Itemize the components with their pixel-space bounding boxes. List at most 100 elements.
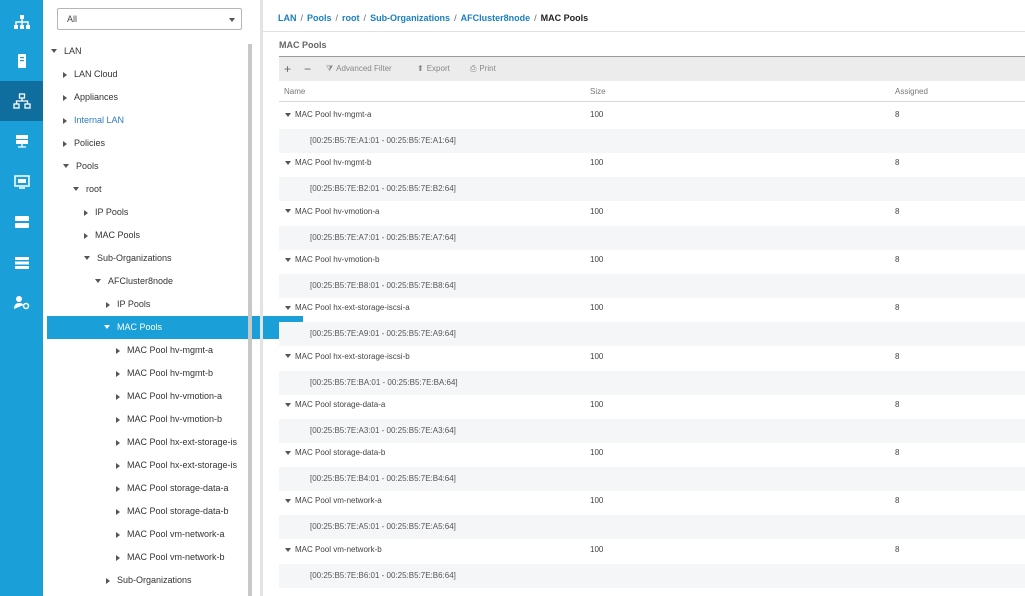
expand-down-icon[interactable] xyxy=(285,499,291,504)
caret-down-icon[interactable] xyxy=(63,163,69,168)
caret-right-icon[interactable] xyxy=(116,416,120,423)
caret-right-icon[interactable] xyxy=(116,531,120,538)
tree-item[interactable]: MAC Pool hx-ext-storage-is xyxy=(47,431,315,454)
table-row[interactable]: [00:25:B5:7E:A1:01 - 00:25:B5:7E:A1:64] xyxy=(279,129,1025,153)
caret-right-icon[interactable] xyxy=(116,393,120,400)
rail-san-button[interactable] xyxy=(0,121,43,161)
tree-item[interactable]: MAC Pool storage-data-b xyxy=(47,500,315,523)
caret-right-icon[interactable] xyxy=(63,117,67,124)
tree-item[interactable]: Sub-Organizations xyxy=(47,569,305,592)
table-row[interactable]: MAC Pool hx-ext-storage-iscsi-b 100 8 xyxy=(279,347,1025,371)
remove-button[interactable]: − xyxy=(304,57,311,81)
caret-right-icon[interactable] xyxy=(84,232,88,239)
table-row[interactable]: [00:25:B5:7E:A5:01 - 00:25:B5:7E:A5:64] xyxy=(279,515,1025,540)
caret-right-icon[interactable] xyxy=(116,462,120,469)
tree-item[interactable]: MAC Pool storage-data-a xyxy=(47,477,315,500)
tree-item[interactable]: MAC Pool vm-network-a xyxy=(47,523,315,546)
tree-item[interactable]: Policies xyxy=(47,132,262,155)
caret-down-icon[interactable] xyxy=(95,278,101,283)
pool-name-cell[interactable]: MAC Pool storage-data-a xyxy=(285,400,385,409)
tree-item[interactable]: Appliances xyxy=(47,86,262,109)
caret-right-icon[interactable] xyxy=(63,71,67,78)
table-row[interactable]: [00:25:B5:7E:A9:01 - 00:25:B5:7E:A9:64] xyxy=(279,322,1025,347)
caret-down-icon[interactable] xyxy=(51,48,57,53)
caret-right-icon[interactable] xyxy=(116,439,120,446)
caret-down-icon[interactable] xyxy=(104,324,110,329)
tree-item[interactable]: MAC Pool hv-mgmt-a xyxy=(47,339,315,362)
caret-right-icon[interactable] xyxy=(116,508,120,515)
table-row[interactable]: [00:25:B5:7E:A7:01 - 00:25:B5:7E:A7:64] xyxy=(279,225,1025,250)
expand-down-icon[interactable] xyxy=(285,354,291,359)
breadcrumb-link[interactable]: LAN xyxy=(278,13,297,23)
expand-down-icon[interactable] xyxy=(285,112,291,117)
add-button[interactable]: + xyxy=(284,57,291,81)
caret-right-icon[interactable] xyxy=(84,209,88,216)
tree-item[interactable]: Pools xyxy=(47,155,262,178)
pool-name-cell[interactable]: MAC Pool hx-ext-storage-iscsi-a xyxy=(285,303,410,312)
table-row[interactable]: MAC Pool hv-vmotion-a 100 8 xyxy=(279,202,1025,226)
caret-right-icon[interactable] xyxy=(106,301,110,308)
table-row[interactable]: [00:25:B5:7E:BA:01 - 00:25:B5:7E:BA:64] xyxy=(279,370,1025,395)
tree-item[interactable]: MAC Pool hv-mgmt-b xyxy=(47,362,315,385)
tree-item[interactable]: Internal LAN xyxy=(47,109,262,132)
pool-name-cell[interactable]: MAC Pool hv-vmotion-a xyxy=(285,207,379,216)
table-row[interactable]: MAC Pool hv-mgmt-a 100 8 xyxy=(279,105,1025,129)
caret-right-icon[interactable] xyxy=(116,370,120,377)
export-button[interactable]: ⬆ Export xyxy=(417,57,450,81)
tree-item[interactable]: LAN xyxy=(47,40,250,63)
expand-down-icon[interactable] xyxy=(285,450,291,455)
tree-item[interactable]: MAC Pool vm-network-b xyxy=(47,546,315,569)
nav-filter-dropdown[interactable]: All xyxy=(57,8,242,30)
caret-down-icon[interactable] xyxy=(84,255,90,260)
tree-item[interactable]: root xyxy=(47,178,272,201)
expand-down-icon[interactable] xyxy=(285,547,291,552)
advanced-filter-button[interactable]: ⧩ Advanced Filter xyxy=(326,57,392,81)
caret-right-icon[interactable] xyxy=(116,485,120,492)
rail-storage-button[interactable] xyxy=(0,202,43,242)
pool-name-cell[interactable]: MAC Pool hx-ext-storage-iscsi-b xyxy=(285,352,410,361)
expand-down-icon[interactable] xyxy=(285,161,291,166)
table-row[interactable]: MAC Pool hx-ext-storage-iscsi-a 100 8 xyxy=(279,298,1025,322)
rail-equipment-button[interactable] xyxy=(0,2,43,42)
expand-down-icon[interactable] xyxy=(285,402,291,407)
table-row[interactable]: [00:25:B5:7E:B4:01 - 00:25:B5:7E:B4:64] xyxy=(279,467,1025,492)
expand-down-icon[interactable] xyxy=(285,209,291,214)
caret-right-icon[interactable] xyxy=(116,347,120,354)
table-row[interactable]: [00:25:B5:7E:B2:01 - 00:25:B5:7E:B2:64] xyxy=(279,177,1025,202)
print-button[interactable]: ⎙ Print xyxy=(470,57,496,81)
column-header-name[interactable]: Name xyxy=(284,87,305,96)
table-row[interactable]: MAC Pool hv-mgmt-b 100 8 xyxy=(279,153,1025,177)
caret-right-icon[interactable] xyxy=(63,94,67,101)
rail-servers-button[interactable] xyxy=(0,41,43,81)
caret-down-icon[interactable] xyxy=(73,186,79,191)
pool-name-cell[interactable]: MAC Pool hv-vmotion-b xyxy=(285,255,379,264)
table-row[interactable]: MAC Pool vm-network-a 100 8 xyxy=(279,491,1025,515)
pool-name-cell[interactable]: MAC Pool vm-network-a xyxy=(285,496,382,505)
rail-vm-button[interactable] xyxy=(0,162,43,202)
tree-item[interactable]: AFCluster8node xyxy=(47,270,294,293)
column-header-size[interactable]: Size xyxy=(590,87,606,96)
rail-lan-button[interactable] xyxy=(0,81,43,121)
pool-name-cell[interactable]: MAC Pool storage-data-b xyxy=(285,448,385,457)
table-row[interactable]: MAC Pool vm-network-b 100 8 xyxy=(279,540,1025,564)
tree-item[interactable]: LAN Cloud xyxy=(47,63,262,86)
table-row[interactable]: MAC Pool storage-data-b 100 8 xyxy=(279,443,1025,467)
caret-right-icon[interactable] xyxy=(106,577,110,584)
caret-right-icon[interactable] xyxy=(63,140,67,147)
tree-item[interactable]: MAC Pool hv-vmotion-a xyxy=(47,385,315,408)
tree-item[interactable]: MAC Pool hv-vmotion-b xyxy=(47,408,315,431)
expand-down-icon[interactable] xyxy=(285,306,291,311)
rail-admin-button[interactable] xyxy=(0,283,43,323)
nav-scrollbar[interactable] xyxy=(248,44,252,596)
caret-right-icon[interactable] xyxy=(116,554,120,561)
breadcrumb-link[interactable]: root xyxy=(342,13,360,23)
table-row[interactable]: MAC Pool hv-vmotion-b 100 8 xyxy=(279,250,1025,274)
pool-name-cell[interactable]: MAC Pool vm-network-b xyxy=(285,545,382,554)
column-header-assigned[interactable]: Assigned xyxy=(895,87,928,96)
table-row[interactable]: [00:25:B5:7E:B8:01 - 00:25:B5:7E:B8:64] xyxy=(279,273,1025,298)
expand-down-icon[interactable] xyxy=(285,257,291,262)
breadcrumb-link[interactable]: Pools xyxy=(307,13,332,23)
rail-chassis-button[interactable] xyxy=(0,243,43,283)
table-row[interactable]: [00:25:B5:7E:B6:01 - 00:25:B5:7E:B6:64] xyxy=(279,563,1025,588)
tree-item[interactable]: IP Pools xyxy=(47,293,305,316)
